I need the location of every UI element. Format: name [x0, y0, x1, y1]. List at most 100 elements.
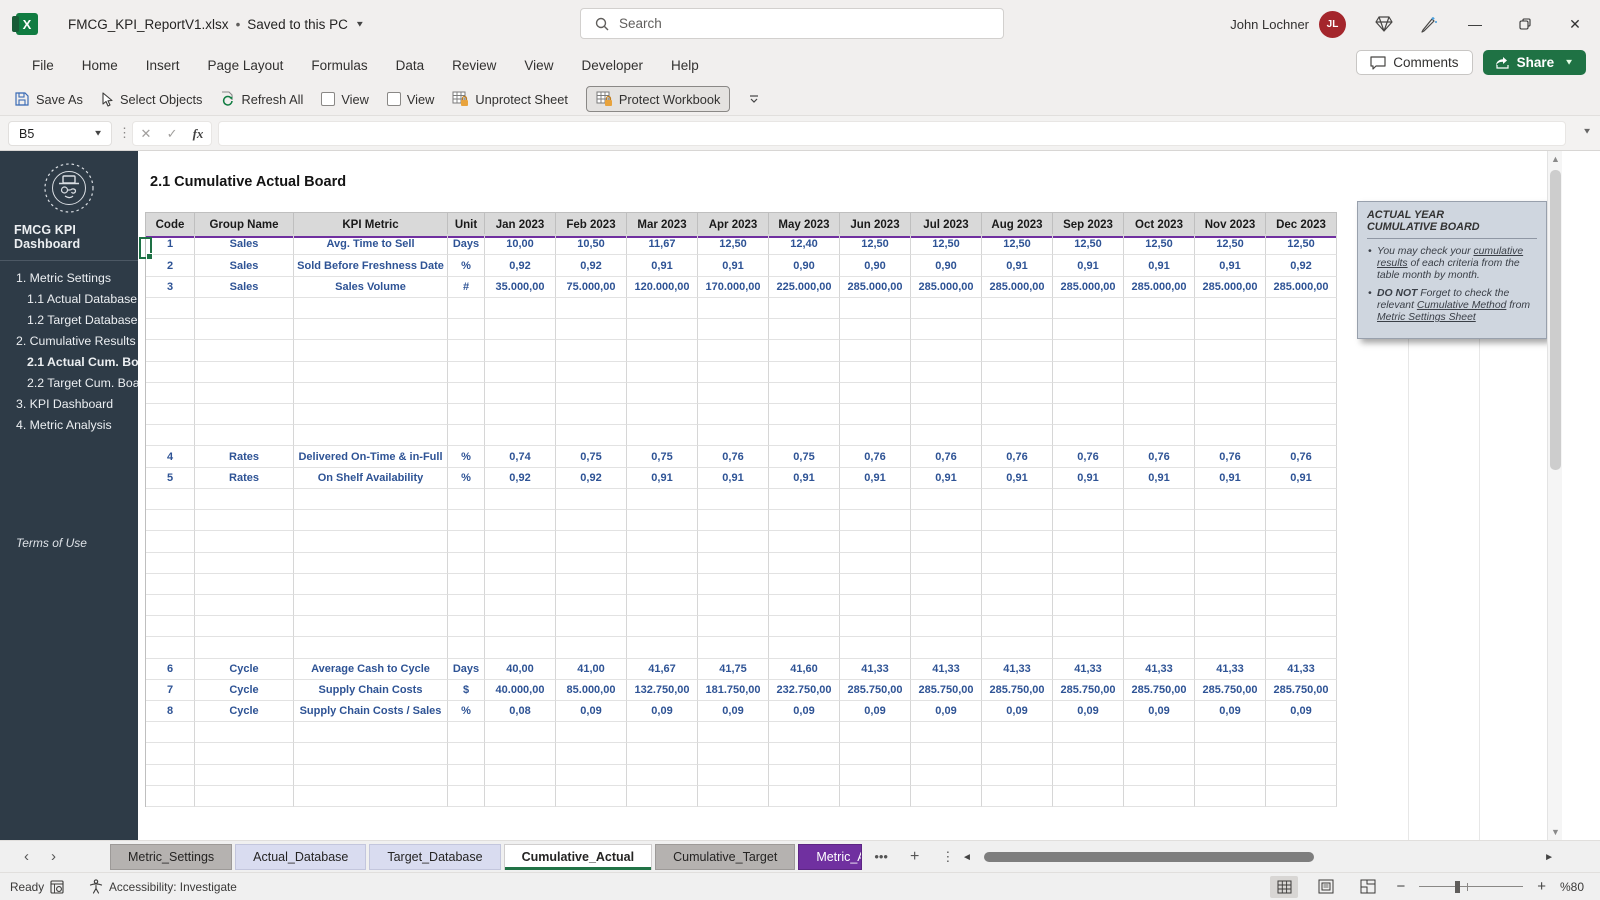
cell[interactable]: 41,33 [982, 659, 1053, 680]
cell[interactable]: 0,92 [1266, 255, 1337, 276]
cell[interactable] [195, 553, 294, 574]
cell[interactable]: 41,00 [556, 659, 627, 680]
cell[interactable] [840, 743, 911, 764]
cell[interactable] [840, 553, 911, 574]
cell[interactable] [1053, 298, 1124, 319]
cell[interactable] [485, 362, 556, 383]
cell[interactable]: 285.750,00 [982, 680, 1053, 701]
cell[interactable]: 285.000,00 [911, 277, 982, 298]
cell[interactable] [294, 362, 448, 383]
cell[interactable] [982, 489, 1053, 510]
cell[interactable] [911, 743, 982, 764]
cell[interactable] [1124, 383, 1195, 404]
cell[interactable] [556, 404, 627, 425]
cell[interactable] [911, 595, 982, 616]
cell[interactable] [840, 489, 911, 510]
cell[interactable] [982, 362, 1053, 383]
cell[interactable]: 285.750,00 [1053, 680, 1124, 701]
more-sheets-icon[interactable]: ••• [874, 849, 888, 864]
cell[interactable] [294, 616, 448, 637]
cell[interactable]: 0,76 [1195, 446, 1266, 467]
cell[interactable]: 0,91 [1195, 255, 1266, 276]
cell[interactable] [294, 383, 448, 404]
menu-review[interactable]: Review [438, 52, 510, 79]
cell[interactable]: 0,91 [698, 255, 769, 276]
cell[interactable]: Days [448, 234, 485, 255]
cell[interactable]: 0,76 [982, 446, 1053, 467]
cell[interactable] [1195, 404, 1266, 425]
cell[interactable] [627, 765, 698, 786]
cell[interactable]: 0,09 [556, 701, 627, 722]
cell[interactable] [485, 489, 556, 510]
cell[interactable] [448, 298, 485, 319]
cell[interactable] [146, 616, 195, 637]
cell[interactable] [698, 722, 769, 743]
cell[interactable] [698, 743, 769, 764]
cell[interactable] [840, 362, 911, 383]
cell[interactable] [195, 383, 294, 404]
name-box[interactable]: B5 ▼ [8, 121, 112, 146]
cell[interactable] [1195, 595, 1266, 616]
cell[interactable] [448, 765, 485, 786]
cell[interactable]: 0,92 [485, 468, 556, 489]
cell[interactable] [294, 595, 448, 616]
cell[interactable] [294, 765, 448, 786]
cell[interactable]: 40.000,00 [485, 680, 556, 701]
cell[interactable]: 0,09 [982, 701, 1053, 722]
cell[interactable]: Cycle [195, 659, 294, 680]
cell[interactable]: 41,60 [769, 659, 840, 680]
cell[interactable] [982, 383, 1053, 404]
cell[interactable] [1053, 553, 1124, 574]
cell[interactable] [1124, 340, 1195, 361]
cell[interactable] [485, 531, 556, 552]
cell[interactable] [1195, 616, 1266, 637]
cell[interactable] [485, 383, 556, 404]
cell[interactable]: 10,00 [485, 234, 556, 255]
scroll-left-icon[interactable]: ◄ [962, 852, 978, 863]
cell[interactable] [1124, 722, 1195, 743]
cell[interactable]: 2 [146, 255, 195, 276]
cell[interactable] [448, 383, 485, 404]
cell[interactable] [627, 616, 698, 637]
cell[interactable] [769, 340, 840, 361]
cell[interactable] [1053, 574, 1124, 595]
cell[interactable] [1195, 383, 1266, 404]
cell[interactable] [195, 531, 294, 552]
cell[interactable] [556, 319, 627, 340]
cell[interactable]: Delivered On-Time & in-Full [294, 446, 448, 467]
cell[interactable] [1195, 425, 1266, 446]
cell[interactable] [146, 489, 195, 510]
cell[interactable]: 41,67 [627, 659, 698, 680]
cell[interactable] [1053, 531, 1124, 552]
terms-of-use-link[interactable]: Terms of Use [0, 536, 138, 550]
cell[interactable]: 285.750,00 [1195, 680, 1266, 701]
cell[interactable] [698, 425, 769, 446]
cell[interactable] [982, 743, 1053, 764]
cell[interactable] [769, 786, 840, 807]
menu-file[interactable]: File [18, 52, 68, 79]
cell[interactable]: 0,91 [840, 468, 911, 489]
cell[interactable] [294, 489, 448, 510]
cell[interactable]: 8 [146, 701, 195, 722]
spreadsheet-canvas[interactable]: 2.1 Cumulative Actual Board CodeGroup Na… [138, 151, 1547, 840]
user-name[interactable]: John Lochner [1230, 17, 1309, 32]
cell[interactable] [556, 722, 627, 743]
cell[interactable] [1195, 786, 1266, 807]
cell[interactable]: % [448, 446, 485, 467]
cell[interactable] [448, 531, 485, 552]
cell[interactable] [485, 765, 556, 786]
cell[interactable] [146, 553, 195, 574]
cell[interactable] [769, 404, 840, 425]
cell[interactable]: 285.000,00 [1266, 277, 1337, 298]
cell[interactable] [698, 319, 769, 340]
cell[interactable]: 12,50 [1053, 234, 1124, 255]
cell[interactable] [195, 510, 294, 531]
cell[interactable] [840, 319, 911, 340]
cell[interactable] [485, 340, 556, 361]
cell[interactable]: 0,91 [769, 468, 840, 489]
cell[interactable]: Supply Chain Costs / Sales [294, 701, 448, 722]
sidebar-item-2-1-actual-cum-board[interactable]: 2.1 Actual Cum. Board [0, 352, 138, 373]
cell[interactable] [1195, 722, 1266, 743]
minimize-button[interactable]: — [1450, 0, 1500, 48]
cell[interactable] [294, 425, 448, 446]
